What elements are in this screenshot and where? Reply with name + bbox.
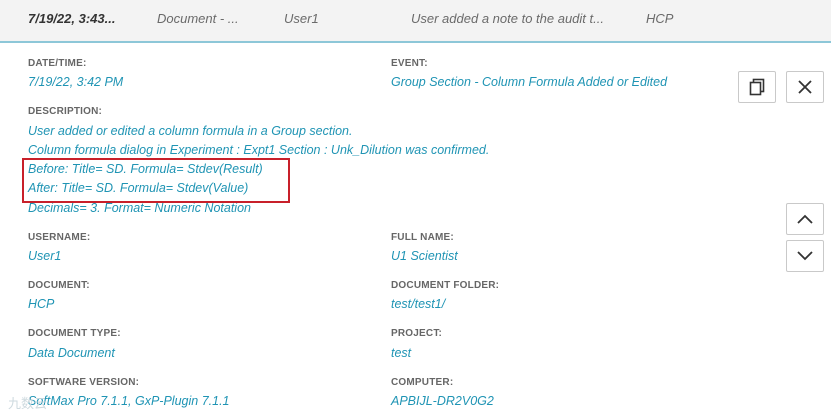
software-label: SOFTWARE VERSION:	[28, 377, 140, 388]
row-event: User added a note to the audit t...	[411, 11, 604, 26]
row-datetime: 7/19/22, 3:43...	[28, 11, 116, 26]
doctype-label: DOCUMENT TYPE:	[28, 328, 121, 339]
software-value: SoftMax Pro 7.1.1, GxP-Plugin 7.1.1	[28, 394, 230, 408]
document-value: HCP	[28, 297, 55, 311]
datetime-value: 7/19/22, 3:42 PM	[28, 75, 124, 89]
row-document: Document - ...	[157, 11, 239, 26]
datetime-label: DATE/TIME:	[28, 58, 87, 69]
previous-entry-button[interactable]	[786, 203, 824, 235]
audit-trail-row[interactable]: 7/19/22, 3:43... Document - ... User1 Us…	[0, 0, 831, 43]
row-user: User1	[284, 11, 319, 26]
copy-icon	[749, 78, 765, 96]
description-line: User added or edited a column formula in…	[28, 124, 353, 138]
copy-button[interactable]	[738, 71, 776, 103]
project-label: PROJECT:	[391, 328, 443, 339]
document-label: DOCUMENT:	[28, 280, 90, 291]
folder-label: DOCUMENT FOLDER:	[391, 280, 500, 291]
close-icon	[798, 80, 812, 94]
chevron-up-icon	[797, 214, 813, 224]
doctype-value: Data Document	[28, 346, 115, 360]
next-entry-button[interactable]	[786, 240, 824, 272]
fullname-label: FULL NAME:	[391, 232, 454, 243]
computer-label: COMPUTER:	[391, 377, 454, 388]
highlight-annotation-box	[22, 158, 290, 203]
fullname-value: U1 Scientist	[391, 249, 458, 263]
computer-value: APBIJL-DR2V0G2	[391, 394, 494, 408]
event-value: Group Section - Column Formula Added or …	[391, 75, 668, 89]
event-label: EVENT:	[391, 58, 428, 69]
description-label: DESCRIPTION:	[28, 106, 103, 117]
description-line: Decimals= 3. Format= Numeric Notation	[28, 201, 251, 215]
close-button[interactable]	[786, 71, 824, 103]
project-value: test	[391, 346, 412, 360]
chevron-down-icon	[797, 251, 813, 261]
watermark: 九数云	[8, 396, 48, 411]
username-label: USERNAME:	[28, 232, 91, 243]
description-line: Column formula dialog in Experiment : Ex…	[28, 143, 490, 157]
username-value: User1	[28, 249, 62, 263]
row-doc-name: HCP	[646, 11, 674, 26]
folder-value: test/test1/	[391, 297, 446, 311]
